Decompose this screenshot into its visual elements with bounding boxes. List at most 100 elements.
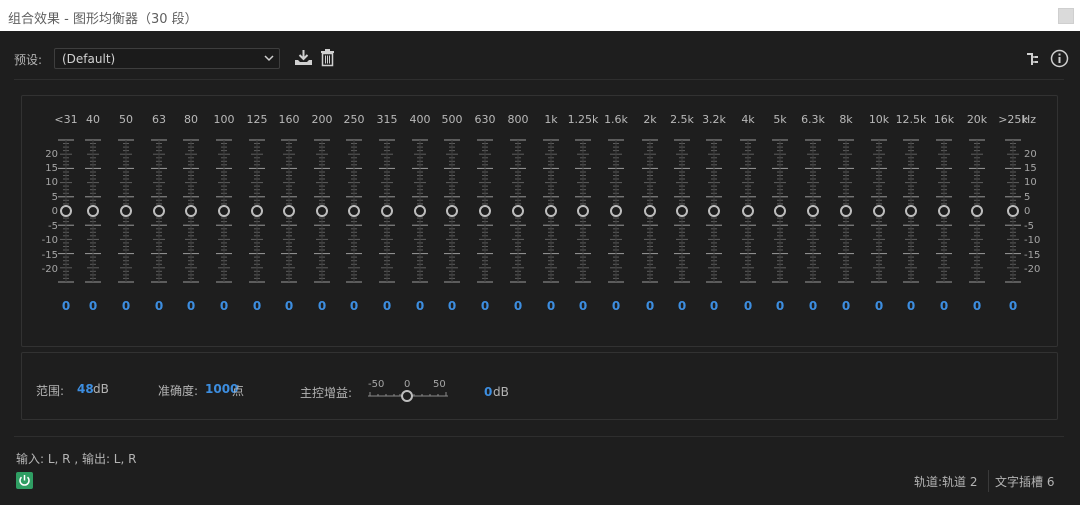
band-slider[interactable] <box>475 138 495 284</box>
band-slider[interactable] <box>279 138 299 284</box>
band-gain-value[interactable]: 0 <box>89 299 97 313</box>
band-knob[interactable] <box>873 205 885 217</box>
band-knob[interactable] <box>251 205 263 217</box>
band-gain-value[interactable]: 0 <box>514 299 522 313</box>
band-slider[interactable] <box>149 138 169 284</box>
band-gain-value[interactable]: 0 <box>547 299 555 313</box>
band-gain-value[interactable]: 0 <box>122 299 130 313</box>
band-gain-value[interactable]: 0 <box>907 299 915 313</box>
band-slider[interactable] <box>410 138 430 284</box>
master-gain-value[interactable]: 0 <box>484 385 492 399</box>
band-knob[interactable] <box>316 205 328 217</box>
band-gain-value[interactable]: 0 <box>646 299 654 313</box>
band-slider[interactable] <box>508 138 528 284</box>
band-knob[interactable] <box>446 205 458 217</box>
band-slider[interactable] <box>214 138 234 284</box>
band-slider[interactable] <box>738 138 758 284</box>
band-slider[interactable] <box>377 138 397 284</box>
band-knob[interactable] <box>479 205 491 217</box>
band-slider[interactable] <box>704 138 724 284</box>
band-knob[interactable] <box>414 205 426 217</box>
band-slider[interactable] <box>56 138 76 284</box>
band-slider[interactable] <box>573 138 593 284</box>
band-gain-value[interactable]: 0 <box>187 299 195 313</box>
band-knob[interactable] <box>644 205 656 217</box>
band-slider[interactable] <box>344 138 364 284</box>
band-gain-value[interactable]: 0 <box>678 299 686 313</box>
window-close-button[interactable] <box>1058 8 1074 24</box>
band-gain-value[interactable]: 0 <box>579 299 587 313</box>
band-slider[interactable] <box>116 138 136 284</box>
band-slider[interactable] <box>901 138 921 284</box>
band-slider[interactable] <box>312 138 332 284</box>
band-knob[interactable] <box>153 205 165 217</box>
master-gain-slider[interactable] <box>366 389 450 405</box>
band-slider[interactable] <box>1003 138 1023 284</box>
band-slider[interactable] <box>836 138 856 284</box>
band-slider[interactable] <box>803 138 823 284</box>
band-knob[interactable] <box>676 205 688 217</box>
band-gain-value[interactable]: 0 <box>973 299 981 313</box>
band-knob[interactable] <box>971 205 983 217</box>
band-knob[interactable] <box>1007 205 1019 217</box>
band-knob[interactable] <box>708 205 720 217</box>
band-knob[interactable] <box>807 205 819 217</box>
band-slider[interactable] <box>869 138 889 284</box>
band-slider[interactable] <box>541 138 561 284</box>
band-knob[interactable] <box>185 205 197 217</box>
band-knob[interactable] <box>348 205 360 217</box>
band-knob[interactable] <box>512 205 524 217</box>
band-slider[interactable] <box>247 138 267 284</box>
band-slider[interactable] <box>770 138 790 284</box>
band-slider[interactable] <box>181 138 201 284</box>
band-gain-value[interactable]: 0 <box>416 299 424 313</box>
band-gain-value[interactable]: 0 <box>875 299 883 313</box>
master-gain-knob[interactable] <box>401 390 413 402</box>
band-gain-value[interactable]: 0 <box>809 299 817 313</box>
band-knob[interactable] <box>283 205 295 217</box>
band-knob[interactable] <box>774 205 786 217</box>
band-knob[interactable] <box>938 205 950 217</box>
band-gain-value[interactable]: 0 <box>940 299 948 313</box>
band-slider[interactable] <box>83 138 103 284</box>
band-knob[interactable] <box>120 205 132 217</box>
band-gain-value[interactable]: 0 <box>62 299 70 313</box>
band-slider[interactable] <box>640 138 660 284</box>
band-knob[interactable] <box>840 205 852 217</box>
download-save-icon[interactable] <box>294 49 313 70</box>
band-knob[interactable] <box>610 205 622 217</box>
preset-dropdown[interactable]: (Default) <box>54 48 280 69</box>
band-gain-value[interactable]: 0 <box>744 299 752 313</box>
band-gain-value[interactable]: 0 <box>842 299 850 313</box>
band-gain-value[interactable]: 0 <box>481 299 489 313</box>
band-slider[interactable] <box>606 138 626 284</box>
band-knob[interactable] <box>218 205 230 217</box>
band-knob[interactable] <box>577 205 589 217</box>
band-knob[interactable] <box>905 205 917 217</box>
band-slider[interactable] <box>672 138 692 284</box>
band-slider[interactable] <box>934 138 954 284</box>
band-gain-value[interactable]: 0 <box>318 299 326 313</box>
power-toggle-button[interactable] <box>16 472 33 489</box>
band-knob[interactable] <box>381 205 393 217</box>
band-slider[interactable] <box>967 138 987 284</box>
band-gain-value[interactable]: 0 <box>612 299 620 313</box>
band-gain-value[interactable]: 0 <box>220 299 228 313</box>
band-gain-value[interactable]: 0 <box>383 299 391 313</box>
band-knob[interactable] <box>60 205 72 217</box>
range-value[interactable]: 48 <box>77 382 94 396</box>
band-knob[interactable] <box>87 205 99 217</box>
band-gain-value[interactable]: 0 <box>253 299 261 313</box>
band-knob[interactable] <box>742 205 754 217</box>
band-gain-value[interactable]: 0 <box>350 299 358 313</box>
band-slider[interactable] <box>442 138 462 284</box>
band-gain-value[interactable]: 0 <box>155 299 163 313</box>
band-gain-value[interactable]: 0 <box>285 299 293 313</box>
band-gain-value[interactable]: 0 <box>710 299 718 313</box>
band-gain-value[interactable]: 0 <box>776 299 784 313</box>
routing-icon[interactable] <box>1026 52 1040 70</box>
band-gain-value[interactable]: 0 <box>448 299 456 313</box>
band-knob[interactable] <box>545 205 557 217</box>
band-gain-value[interactable]: 0 <box>1009 299 1017 313</box>
trash-icon[interactable] <box>320 48 335 70</box>
